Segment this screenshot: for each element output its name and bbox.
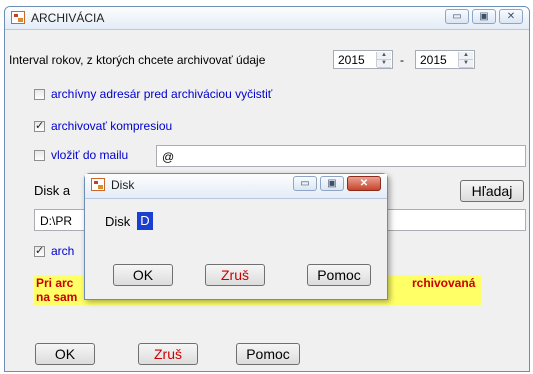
dialog-close-button[interactable]: ✕ xyxy=(347,176,381,191)
arch-label[interactable]: arch xyxy=(51,244,74,258)
interval-label: Interval rokov, z ktorých chcete archivo… xyxy=(9,53,266,67)
maximize-button[interactable]: ▣ xyxy=(472,9,496,24)
warning-line1-right: rchivovaná xyxy=(412,276,476,290)
path-input-value: D:\PR xyxy=(40,214,73,228)
spin-up-icon[interactable]: ▲ xyxy=(377,52,391,60)
maximize-icon: ▣ xyxy=(479,11,489,22)
dialog-cancel-button[interactable]: Zruš xyxy=(205,264,265,286)
clear-dir-checkbox[interactable] xyxy=(34,89,45,100)
dialog-title: Disk xyxy=(111,178,135,192)
ok-button[interactable]: OK xyxy=(35,343,95,365)
dialog-disk-label: Disk xyxy=(105,214,131,229)
close-button[interactable]: ✕ xyxy=(499,9,523,24)
warning-line1-left: Pri arc xyxy=(36,276,74,290)
minimize-icon: ▭ xyxy=(300,178,310,189)
disk-select[interactable]: D xyxy=(137,212,153,230)
warning-line2-left: na sam xyxy=(36,290,78,304)
window-title: ARCHIVÁCIA xyxy=(31,11,105,25)
compress-checkbox[interactable] xyxy=(34,119,45,132)
dialog-minimize-button[interactable]: ▭ xyxy=(293,176,317,191)
spin-up-icon[interactable]: ▲ xyxy=(459,52,473,60)
minimize-icon: ▭ xyxy=(452,11,462,22)
year-from-spinner[interactable]: 2015 ▲ ▼ xyxy=(333,50,393,69)
help-button[interactable]: Pomoc xyxy=(236,343,300,365)
app-icon xyxy=(11,11,25,24)
dialog-app-icon xyxy=(91,178,105,191)
close-icon: ✕ xyxy=(359,178,369,189)
year-separator: - xyxy=(400,53,404,67)
email-checkbox[interactable] xyxy=(34,150,45,161)
disk-path-label: Disk a xyxy=(34,183,71,198)
find-button[interactable]: Hľadaj xyxy=(460,180,524,202)
minimize-button[interactable]: ▭ xyxy=(445,9,469,24)
compress-label[interactable]: archivovať kompresiou xyxy=(51,119,172,133)
year-from-value: 2015 xyxy=(338,53,365,67)
maximize-icon: ▣ xyxy=(327,178,337,189)
spin-down-icon[interactable]: ▼ xyxy=(377,60,391,68)
email-input-value: @ xyxy=(162,150,175,164)
dialog-maximize-button[interactable]: ▣ xyxy=(320,176,344,191)
spin-down-icon[interactable]: ▼ xyxy=(459,60,473,68)
email-input[interactable]: @ xyxy=(156,145,526,167)
year-to-value: 2015 xyxy=(420,53,447,67)
year-to-spinner[interactable]: 2015 ▲ ▼ xyxy=(415,50,475,69)
title-bar[interactable]: ARCHIVÁCIA ▭ ▣ ✕ xyxy=(5,7,529,30)
dialog-title-bar[interactable]: Disk ▭ ▣ ✕ xyxy=(85,174,387,199)
dialog-help-button[interactable]: Pomoc xyxy=(307,264,371,286)
email-label[interactable]: vložiť do mailu xyxy=(51,148,128,162)
close-icon: ✕ xyxy=(506,11,516,22)
arch-checkbox[interactable] xyxy=(34,244,45,257)
cancel-button[interactable]: Zruš xyxy=(138,343,198,365)
dialog-ok-button[interactable]: OK xyxy=(113,264,173,286)
disk-dialog: Disk ▭ ▣ ✕ Disk D OK Zruš Pomoc xyxy=(84,173,388,300)
clear-dir-label[interactable]: archívny adresár pred archiváciou vyčist… xyxy=(51,87,272,101)
